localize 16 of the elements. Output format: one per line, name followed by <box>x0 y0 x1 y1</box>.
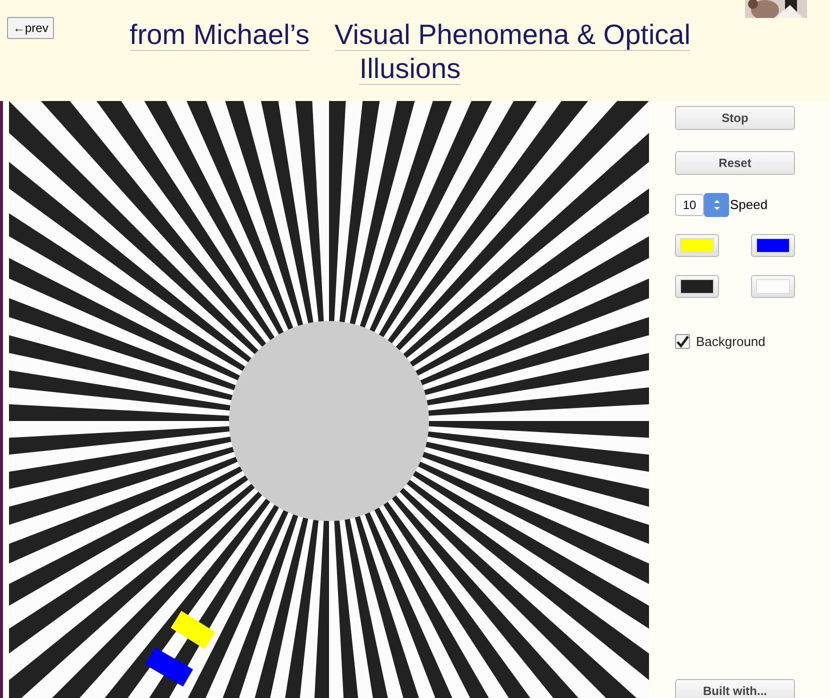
title-link[interactable]: Visual Phenomena & Optical <box>334 19 690 51</box>
reset-button[interactable]: Reset <box>675 151 795 175</box>
title-link[interactable]: from Michael’s <box>130 19 310 51</box>
prev-button[interactable]: ←prev <box>7 17 54 39</box>
speed-label: Speed <box>730 196 768 214</box>
speed-field[interactable]: 10 <box>675 194 704 216</box>
title-link[interactable]: Illusions <box>359 53 461 85</box>
background-checkbox[interactable] <box>675 334 690 350</box>
stop-button[interactable]: Stop <box>675 106 795 130</box>
color-swatch-button[interactable] <box>675 275 719 298</box>
background-label: Background <box>696 333 766 351</box>
built-with-button[interactable]: Built with... <box>675 679 795 698</box>
color-swatch-button[interactable] <box>751 234 795 257</box>
color-swatch-button[interactable] <box>675 234 719 257</box>
color-swatch-button[interactable] <box>751 275 795 298</box>
spinner-icon[interactable] <box>704 193 729 217</box>
